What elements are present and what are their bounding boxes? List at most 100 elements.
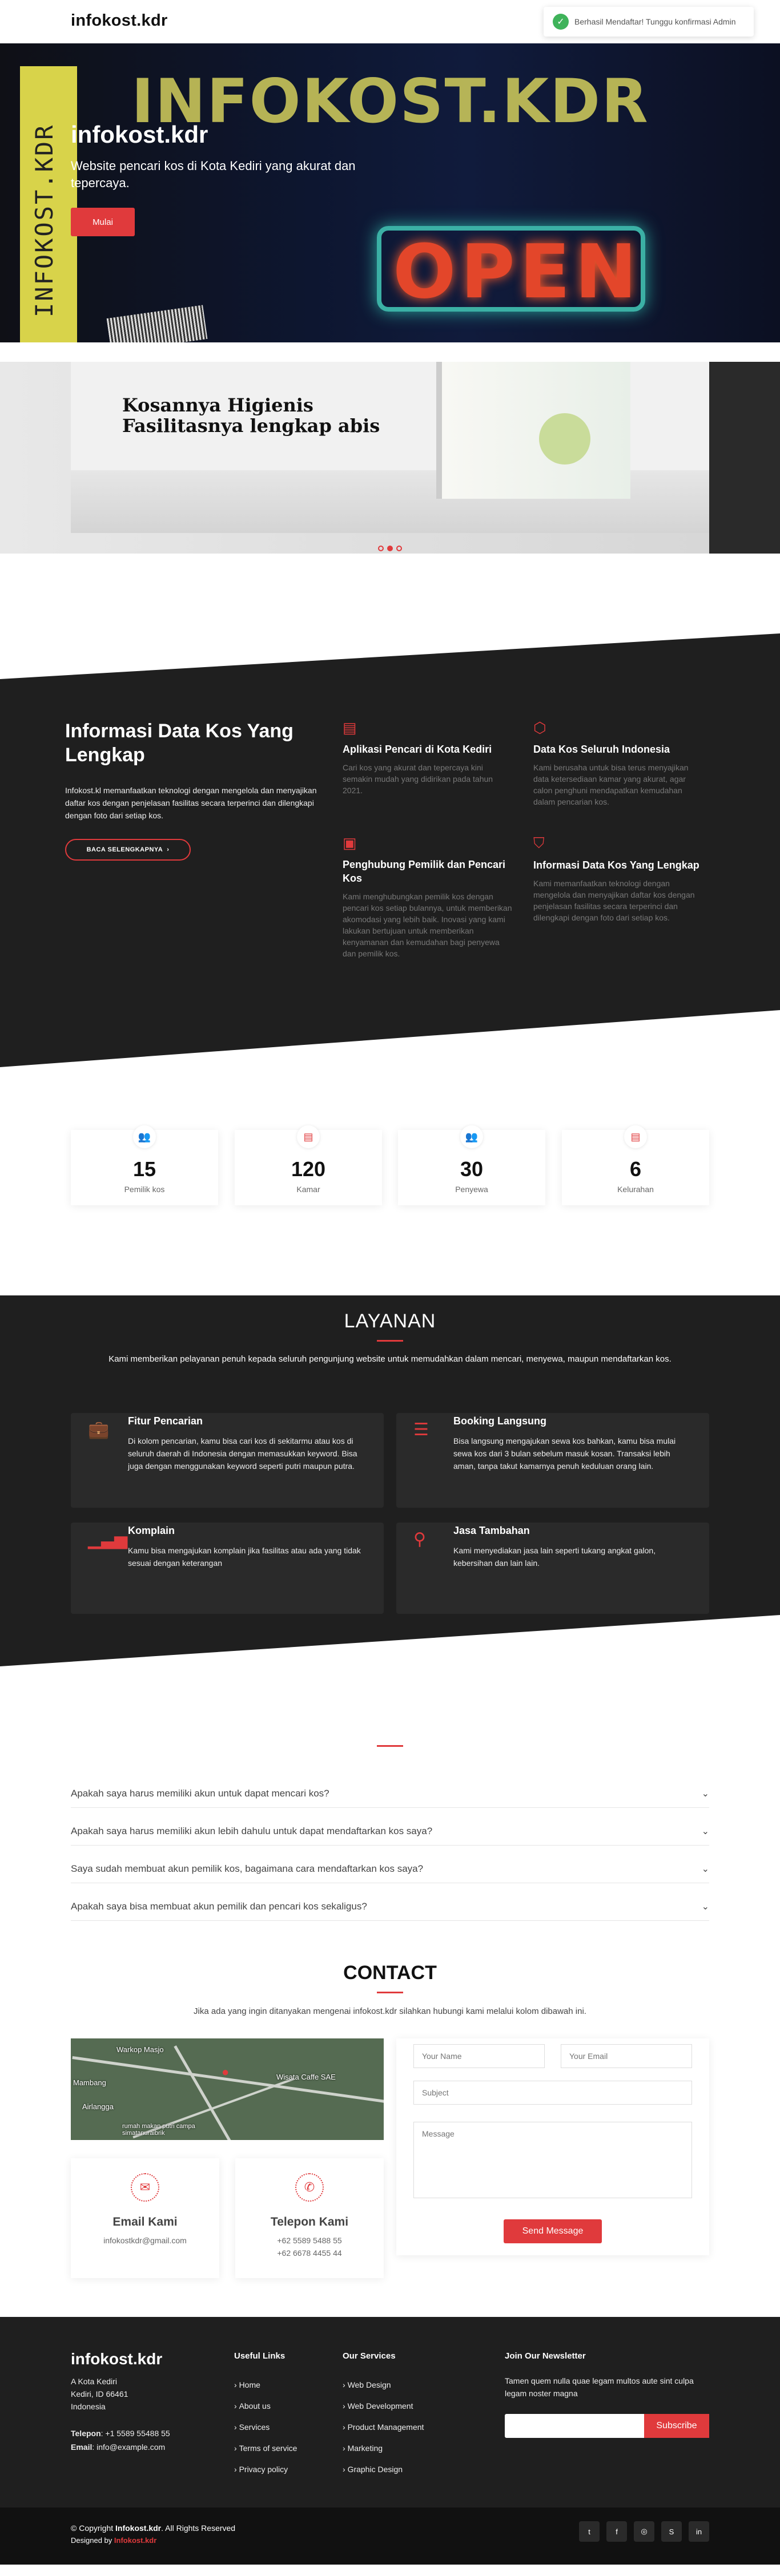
chevron-down-icon: ⌄	[701, 1826, 709, 1836]
footer-link[interactable]: › Web Design	[343, 2375, 424, 2396]
about-text: Infokost.kl memanfaatkan teknologi denga…	[65, 786, 317, 820]
footer-link[interactable]: › Graphic Design	[343, 2459, 424, 2480]
copyright-text: © Copyright Infokost.kdr. All Rights Res…	[71, 2523, 236, 2533]
skype-icon[interactable]: S	[661, 2521, 682, 2542]
faq-item[interactable]: Apakah saya harus memiliki akun untuk da…	[71, 1779, 709, 1808]
check-icon: ✓	[553, 14, 569, 30]
slide-heading: Kosannya Higienis Fasilitasnya lengkap ab…	[122, 395, 380, 436]
services-desc: Kami memberikan pelayanan penuh kepada s…	[108, 1354, 672, 1364]
count-label: Pemilik kos	[124, 1185, 165, 1194]
site-logo[interactable]: infokost.kdr	[71, 11, 168, 30]
people-icon: 👥	[133, 1125, 156, 1148]
email-card-title: Email Kami	[112, 2215, 178, 2228]
service-extra[interactable]: ⚲ Jasa Tambahan Kami menyediakan jasa lain…	[396, 1523, 709, 1614]
chevron-down-icon: ⌄	[701, 1901, 709, 1912]
slide-heading-line2: Fasilitasnya lengkap abis	[122, 415, 380, 437]
faq-item[interactable]: Apakah saya harus memiliki akun lebih da…	[71, 1817, 709, 1846]
feature-title: Penghubung Pemilik dan Pencari Kos	[343, 859, 506, 884]
read-more-button[interactable]: BACA SELENGKAPNYA ›	[65, 839, 191, 861]
location-map[interactable]: Warkop Masjo Wisata Caffe SAE Mambang Ai…	[71, 2038, 384, 2140]
instagram-icon[interactable]: ◎	[634, 2521, 654, 2542]
slider-stage: Kosannya Higienis Fasilitasnya lengkap ab…	[0, 362, 780, 554]
phone-card-title: Telepon Kami	[270, 2215, 349, 2228]
email-value[interactable]: infokostkdr@gmail.com	[71, 2236, 219, 2245]
map-label: Mambang	[73, 2078, 106, 2087]
phone-card: ✆ Telepon Kami +62 5589 5488 55 +62 6678…	[235, 2158, 384, 2278]
card-list-icon: ☰	[413, 1420, 429, 1439]
name-input[interactable]	[413, 2044, 545, 2068]
service-booking[interactable]: ☰ Booking Langsung Bisa langsung mengajuka…	[396, 1413, 709, 1508]
service-text: Kami menyediakan jasa lain seperti tukan…	[453, 1546, 656, 1568]
service-title: Fitur Pencarian	[128, 1415, 203, 1427]
subscribe-button[interactable]: Subscribe	[644, 2414, 709, 2438]
contact-form: Send Message	[396, 2038, 709, 2255]
hero-subtitle: Website pencari kos di Kota Kediri yang …	[71, 159, 356, 190]
receipt-icon: ▤	[343, 719, 357, 736]
next-slide-peek	[709, 362, 780, 554]
hero-title: infokost.kdr	[71, 121, 208, 148]
footer-link[interactable]: › Web Development	[343, 2396, 424, 2417]
message-textarea[interactable]	[413, 2122, 692, 2198]
slide-tree	[539, 413, 590, 465]
footer-link[interactable]: › Home	[234, 2375, 297, 2396]
map-label: rumah makan putri campa simatanuraibrik	[122, 2123, 195, 2137]
slider-dot-2[interactable]	[387, 546, 393, 551]
start-button[interactable]: Mulai	[71, 208, 135, 236]
slider-dot-3[interactable]	[396, 546, 402, 551]
phone-icon: ✆	[295, 2173, 324, 2202]
email-card: ✉ Email Kami infokostkdr@gmail.com	[71, 2158, 219, 2278]
count-label: Kelurahan	[617, 1185, 654, 1194]
linkedin-icon[interactable]: in	[689, 2521, 709, 2542]
success-toast: ✓ Berhasil Mendaftar! Tunggu konfirmasi …	[544, 7, 754, 37]
site-footer: infokost.kdr A Kota Kediri Kediri, ID 66…	[0, 2317, 780, 2508]
footer-link[interactable]: › Marketing	[343, 2438, 424, 2459]
logo-suffix: .kdr	[136, 11, 168, 30]
faq-item[interactable]: Apakah saya bisa membuat akun pemilik da…	[71, 1892, 709, 1921]
designer-link[interactable]: Infokost.kdr	[114, 2536, 156, 2545]
footer-link[interactable]: › About us	[234, 2396, 297, 2417]
faq-question: Apakah saya bisa membuat akun pemilik da…	[71, 1900, 367, 1912]
count-value: 6	[629, 1157, 642, 1181]
map-label: Wisata Caffe SAE	[276, 2073, 336, 2081]
useful-links-title: Useful Links	[234, 2351, 286, 2361]
address-line: Kediri, ID 66461	[71, 2389, 128, 2399]
count-value: 30	[460, 1157, 484, 1181]
cube-icon: ⬡	[533, 719, 546, 736]
footer-logo[interactable]: infokost.kdr	[71, 2350, 162, 2368]
footer-link[interactable]: › Product Management	[343, 2417, 424, 2438]
footer-link[interactable]: › Services	[234, 2417, 297, 2438]
slider-dot-1[interactable]	[378, 546, 384, 551]
feature-app: ▤ Aplikasi Pencari di Kota Kediri Cari k…	[343, 719, 514, 796]
count-rooms: ▤ 120 Kamar	[235, 1125, 382, 1205]
service-title: Komplain	[128, 1525, 175, 1536]
binoculars-icon: ⚲	[413, 1530, 426, 1549]
send-message-button[interactable]: Send Message	[504, 2219, 602, 2243]
faq-item[interactable]: Saya sudah membuat akun pemilik kos, bag…	[71, 1855, 709, 1883]
email-value: : info@example.com	[92, 2442, 166, 2452]
facebook-icon[interactable]: f	[606, 2521, 627, 2542]
subject-input[interactable]	[413, 2081, 692, 2105]
newsletter-email-input[interactable]	[505, 2414, 644, 2438]
footer-link[interactable]: › Privacy policy	[234, 2459, 297, 2480]
twitter-icon[interactable]: t	[579, 2521, 600, 2542]
title-underline	[377, 1340, 403, 1342]
footer-link[interactable]: › Terms of service	[234, 2438, 297, 2459]
images-icon: ▣	[343, 834, 357, 851]
newsletter-title: Join Our Newsletter	[505, 2351, 586, 2361]
service-complaint[interactable]: ▁▃▅ Komplain Kamu bisa mengajukan komplain…	[71, 1523, 384, 1614]
slide-heading-line1: Kosannya Higienis	[122, 394, 313, 416]
envelope-icon: ✉	[131, 2173, 159, 2202]
count-tenants: 👥 30 Penyewa	[398, 1125, 545, 1205]
email-label: Email	[71, 2442, 93, 2452]
email-input[interactable]	[561, 2044, 692, 2068]
phone-value[interactable]: +62 6678 4455 44	[235, 2248, 384, 2258]
phone-value[interactable]: +62 5589 5488 55	[235, 2236, 384, 2245]
document-icon: ▤	[624, 1125, 647, 1148]
newsletter-form: Subscribe	[505, 2414, 709, 2438]
slide-window	[436, 362, 630, 499]
service-search[interactable]: 💼 Fitur Pencarian Di kolom pencarian, kamu…	[71, 1413, 384, 1508]
hero-side-text: INFOKOST.KDR	[30, 123, 58, 317]
barcode-decoration	[106, 305, 208, 342]
map-pin-icon: ●	[222, 2065, 230, 2079]
chevron-down-icon: ⌄	[701, 1864, 709, 1874]
